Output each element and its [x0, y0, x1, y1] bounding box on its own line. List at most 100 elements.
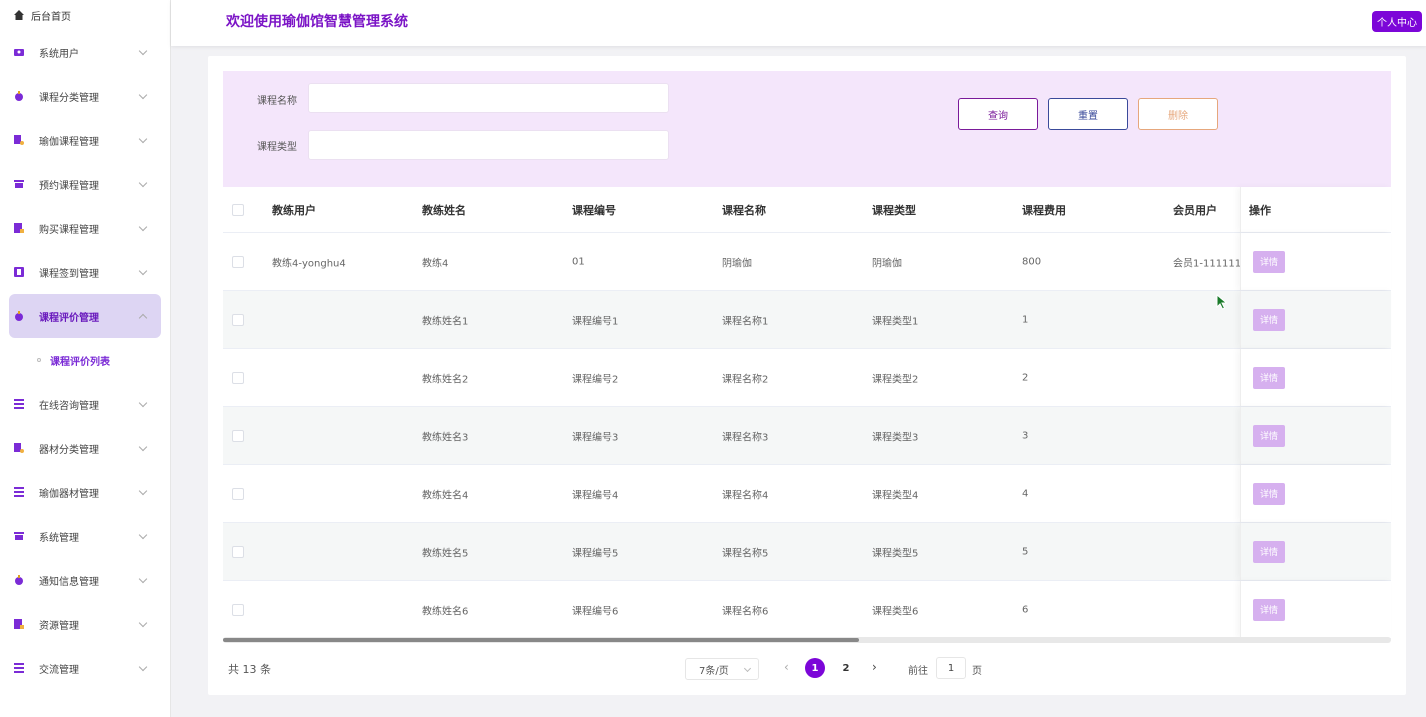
submenu-course-review-list[interactable]: 课程评价列表 [0, 338, 170, 382]
sidebar-item[interactable]: 预约课程管理 [0, 162, 170, 206]
table-cell: 课程名称5 [722, 548, 769, 559]
search-button[interactable]: 查询 [958, 98, 1038, 130]
page-2-button[interactable]: 2 [836, 658, 856, 678]
table-cell: 课程编号3 [572, 432, 619, 443]
scrollbar-thumb[interactable] [223, 638, 859, 642]
detail-button[interactable]: 详情 [1253, 540, 1286, 563]
prev-page-icon[interactable]: ‹ [784, 660, 789, 674]
page-1-button[interactable]: 1 [805, 658, 825, 678]
sidebar-item[interactable]: 瑜伽课程管理 [0, 118, 170, 162]
table-cell: 教练姓名6 [422, 606, 469, 617]
goto-label: 前往 [908, 666, 928, 677]
sidebar-item[interactable]: 购买课程管理 [0, 206, 170, 250]
table-cell: 01 [572, 256, 585, 267]
detail-button[interactable]: 详情 [1253, 598, 1286, 621]
table-cell: 课程类型1 [872, 316, 919, 327]
col-header: 教练用户 [272, 203, 316, 217]
detail-button[interactable]: 详情 [1253, 482, 1286, 505]
table-cell: 课程类型5 [872, 548, 919, 559]
table-cell: 3 [1022, 430, 1029, 441]
course-name-input[interactable] [308, 83, 669, 113]
box-icon [14, 531, 24, 541]
sidebar-item[interactable]: 器材分类管理 [0, 426, 170, 470]
reset-button[interactable]: 重置 [1048, 98, 1128, 130]
col-header: 课程类型 [872, 203, 916, 217]
chevron-down-icon [138, 662, 148, 672]
home-icon [14, 10, 24, 20]
sidebar-item-label: 在线咨询管理 [39, 400, 99, 412]
page-size-select[interactable]: 7条/页 [685, 658, 759, 680]
table-row[interactable]: 教练姓名4 课程编号4 课程名称4 课程类型4 4 详情 [223, 465, 1391, 523]
col-header: 课程编号 [572, 203, 616, 217]
row-checkbox[interactable] [232, 545, 244, 558]
table-row[interactable]: 教练姓名5 课程编号5 课程名称5 课程类型5 5 详情 [223, 523, 1391, 581]
detail-button[interactable]: 详情 [1253, 424, 1286, 447]
table-cell: 课程编号5 [572, 548, 619, 559]
col-header: 会员用户 [1173, 203, 1217, 217]
row-checkbox[interactable] [232, 313, 244, 326]
table-cell: 课程类型3 [872, 432, 919, 443]
row-checkbox[interactable] [232, 429, 244, 442]
users-icon [14, 47, 24, 57]
select-all-checkbox[interactable] [232, 203, 244, 216]
table-row[interactable]: 教练姓名6 课程编号6 课程名称6 课程类型6 6 详情 [223, 581, 1391, 639]
detail-button[interactable]: 详情 [1253, 366, 1286, 389]
op-cell: 详情 [1240, 407, 1391, 464]
row-checkbox[interactable] [232, 603, 244, 616]
table-row[interactable]: 教练4-yonghu4 教练4 01 阴瑜伽 阴瑜伽 800 会员1-111111 详情 [223, 233, 1391, 291]
sidebar-item[interactable]: 资源管理 [0, 602, 170, 646]
sidebar-item[interactable]: 瑜伽器材管理 [0, 470, 170, 514]
sidebar-item-label: 通知信息管理 [39, 576, 99, 588]
table-cell: 教练姓名5 [422, 548, 469, 559]
delete-button[interactable]: 删除 [1138, 98, 1218, 130]
col-header: 课程费用 [1022, 203, 1066, 217]
table-cell: 课程名称3 [722, 432, 769, 443]
sidebar-item[interactable]: 系统用户 [0, 30, 170, 74]
doc-icon [14, 135, 24, 145]
table-cell: 5 [1022, 546, 1029, 557]
table-cell: 教练姓名4 [422, 490, 469, 501]
top-header: 欢迎使用瑜伽馆智慧管理系统 个人中心 [171, 0, 1426, 46]
chevron-down-icon [138, 178, 148, 188]
table-row[interactable]: 教练姓名2 课程编号2 课程名称2 课程类型2 2 详情 [223, 349, 1391, 407]
sidebar-item[interactable]: 在线咨询管理 [0, 382, 170, 426]
horizontal-scrollbar[interactable] [223, 637, 1391, 643]
course-name-label: 课程名称 [257, 96, 297, 107]
course-type-input[interactable] [308, 130, 669, 160]
sidebar-item[interactable]: 课程签到管理 [0, 250, 170, 294]
op-cell: 详情 [1240, 349, 1391, 406]
sidebar-item-label: 课程签到管理 [39, 268, 99, 280]
sidebar-item[interactable]: 系统管理 [0, 514, 170, 558]
sidebar-item-label: 系统管理 [39, 532, 79, 544]
sidebar-item[interactable]: 课程评价管理 [9, 294, 161, 338]
next-page-icon[interactable]: › [872, 660, 877, 674]
drop-icon [14, 91, 24, 101]
row-checkbox[interactable] [232, 487, 244, 500]
sidebar-item[interactable]: 交流管理 [0, 646, 170, 690]
sidebar-item-label: 瑜伽课程管理 [39, 136, 99, 148]
drop-icon [14, 311, 24, 321]
table-cell: 课程名称6 [722, 606, 769, 617]
col-header: 操作 [1249, 203, 1271, 217]
table-cell: 会员1-111111 [1173, 258, 1242, 269]
row-checkbox[interactable] [232, 371, 244, 384]
detail-button[interactable]: 详情 [1253, 308, 1286, 331]
sidebar-item[interactable]: 课程分类管理 [0, 74, 170, 118]
detail-button[interactable]: 详情 [1253, 250, 1286, 273]
table-header: 教练用户 教练姓名 课程编号 课程名称 课程类型 课程费用 会员用户 操作 [223, 187, 1391, 233]
op-cell: 详情 [1240, 523, 1391, 580]
op-cell: 详情 [1240, 581, 1391, 638]
sidebar-item[interactable]: 通知信息管理 [0, 558, 170, 602]
main-card: 课程名称 课程类型 查询 重置 删除 教练用户 教练姓名 课程编号 课程名称 课… [208, 56, 1406, 695]
profile-button[interactable]: 个人中心 [1372, 11, 1422, 32]
row-checkbox[interactable] [232, 255, 244, 268]
table-row[interactable]: 教练姓名3 课程编号3 课程名称3 课程类型3 3 详情 [223, 407, 1391, 465]
table-cell: 课程编号1 [572, 316, 619, 327]
chevron-down-icon [138, 266, 148, 276]
sidebar-item-label: 课程评价管理 [39, 312, 99, 324]
op-column: 操作 [1240, 187, 1391, 232]
home-link[interactable]: 后台首页 [0, 0, 170, 30]
chevron-down-icon [138, 486, 148, 496]
goto-page-input[interactable]: 1 [936, 657, 966, 679]
chevron-down-icon [138, 530, 148, 540]
